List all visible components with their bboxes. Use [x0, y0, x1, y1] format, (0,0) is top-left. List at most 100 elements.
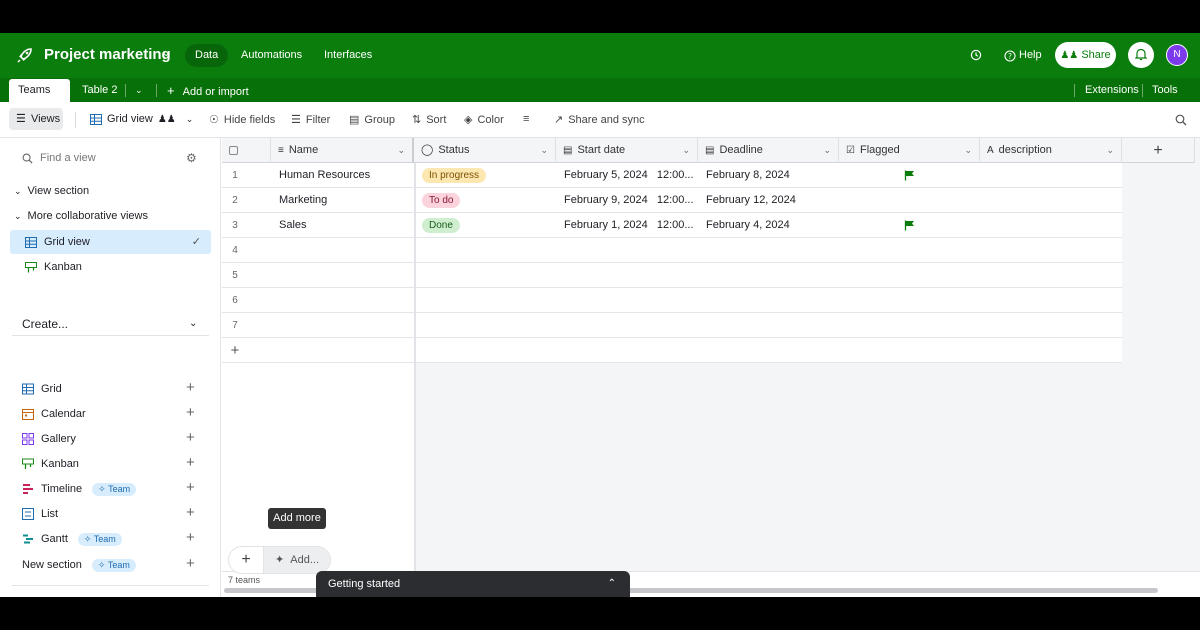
- base-name[interactable]: Project marketing: [44, 46, 171, 63]
- create-new-section[interactable]: New section ✧ Team: [22, 555, 202, 575]
- plus-icon[interactable]: +: [186, 404, 195, 421]
- column-header-deadline[interactable]: ▤ Deadline ⌄: [698, 138, 839, 163]
- add-or-import-button[interactable]: + Add or import: [158, 79, 258, 102]
- tools-label: Tools: [1152, 84, 1178, 96]
- create-calendar[interactable]: Calendar: [22, 404, 202, 424]
- add-more-button[interactable]: ✦ Add...: [264, 547, 330, 573]
- app-header: Project marketing ⌄ Data Automations Int…: [0, 33, 1200, 78]
- table-row[interactable]: [222, 238, 1122, 263]
- tab-data[interactable]: Data: [185, 44, 229, 67]
- select-all-header[interactable]: [222, 138, 271, 163]
- current-view-button[interactable]: Grid view ♟♟ ⌄: [90, 113, 193, 125]
- cell-flagged[interactable]: [839, 163, 980, 188]
- cell-status[interactable]: In progress: [414, 163, 556, 188]
- history-icon[interactable]: [970, 49, 982, 61]
- add-record-row[interactable]: [222, 338, 1122, 363]
- add-field-button[interactable]: +: [1122, 138, 1195, 163]
- sort-button[interactable]: ⇅ Sort: [412, 113, 446, 127]
- cell-status[interactable]: Done: [414, 213, 556, 238]
- gear-icon[interactable]: ⚙: [186, 151, 197, 165]
- share-button[interactable]: ♟♟ Share: [1055, 42, 1116, 68]
- cell-status[interactable]: To do: [414, 188, 556, 213]
- timeline-icon: [23, 484, 33, 494]
- views-toggle-button[interactable]: ☰ Views: [9, 108, 63, 130]
- cell-start-date[interactable]: February 9, 2024 12:00...: [556, 188, 698, 213]
- column-header-name[interactable]: ≡ Name ⌄: [271, 138, 414, 163]
- plus-icon[interactable]: +: [186, 529, 195, 546]
- row-height-button[interactable]: ≡: [523, 113, 529, 125]
- cell-start-date[interactable]: February 1, 2024 12:00...: [556, 213, 698, 238]
- column-header-flagged[interactable]: ☑ Flagged ⌄: [839, 138, 980, 163]
- tools-button[interactable]: Tools ⌄: [1143, 79, 1200, 118]
- getting-started-panel[interactable]: Getting started ⌃: [316, 571, 630, 597]
- share-sync-button[interactable]: ↗ Share and sync: [554, 113, 645, 127]
- notifications-button[interactable]: [1128, 42, 1154, 68]
- chevron-down-icon[interactable]: ⌄: [823, 138, 831, 163]
- cell-deadline[interactable]: February 4, 2024: [698, 213, 839, 238]
- cell-flagged[interactable]: [839, 213, 980, 238]
- checkbox[interactable]: [229, 145, 238, 155]
- plus-icon[interactable]: +: [186, 555, 195, 572]
- plus-icon[interactable]: +: [186, 454, 195, 471]
- create-list[interactable]: List: [22, 504, 202, 524]
- color-button[interactable]: ◈ Color: [464, 113, 504, 127]
- cell-start-date[interactable]: February 5, 2024 12:00...: [556, 163, 698, 188]
- cell-name[interactable]: Marketing: [271, 188, 414, 213]
- avatar[interactable]: N: [1166, 44, 1188, 66]
- sidebar-item-kanban[interactable]: Kanban: [10, 255, 211, 279]
- help-link[interactable]: Help: [1019, 49, 1042, 61]
- chevron-down-icon[interactable]: ⌄: [397, 138, 405, 163]
- extensions-button[interactable]: Extensions: [1076, 79, 1148, 102]
- table-row[interactable]: [222, 288, 1122, 313]
- filter-button[interactable]: ☰ Filter: [291, 113, 330, 127]
- table-tab-teams[interactable]: Teams ⌄: [9, 79, 70, 118]
- create-kanban[interactable]: Kanban: [22, 454, 202, 474]
- plus-icon[interactable]: +: [229, 547, 264, 573]
- row-number: 7: [232, 320, 238, 331]
- create-gallery[interactable]: Gallery: [22, 429, 202, 449]
- grid-icon: [25, 236, 37, 248]
- column-header-description[interactable]: A description ⌄: [980, 138, 1122, 163]
- tab-interfaces[interactable]: Interfaces: [314, 44, 382, 67]
- search-icon[interactable]: [1175, 114, 1187, 126]
- plus-icon[interactable]: +: [186, 504, 195, 521]
- chevron-down-icon[interactable]: ⌄: [682, 138, 690, 163]
- column-description-label: description: [998, 143, 1052, 156]
- chevron-up-icon[interactable]: ⌃: [608, 571, 616, 597]
- collab-section-header[interactable]: ⌄ More collaborative views: [14, 210, 148, 222]
- find-view-field[interactable]: Find a view: [22, 152, 96, 164]
- create-timeline[interactable]: Timeline ✧ Team: [22, 479, 202, 499]
- view-section-header[interactable]: ⌄ View section: [14, 185, 89, 197]
- chevron-down-icon[interactable]: ⌄: [162, 48, 170, 59]
- table-row[interactable]: [222, 263, 1122, 288]
- tab-automations[interactable]: Automations: [231, 44, 312, 67]
- team-badge: ✧ Team: [91, 558, 136, 572]
- cell-deadline[interactable]: February 12, 2024: [698, 188, 839, 213]
- table-tab-table2[interactable]: Table 2: [73, 79, 126, 102]
- group-button[interactable]: ▤ Group: [349, 113, 395, 127]
- cell-name[interactable]: Sales: [271, 213, 414, 238]
- cell-name[interactable]: Human Resources: [271, 163, 414, 188]
- create-grid[interactable]: Grid: [22, 379, 202, 399]
- check-icon: ✓: [191, 236, 201, 248]
- plus-icon[interactable]: +: [222, 338, 248, 363]
- sidebar-item-grid-view[interactable]: Grid view ✓: [10, 230, 211, 254]
- help-icon[interactable]: ?: [1004, 50, 1016, 62]
- chevron-down-icon[interactable]: ⌄: [964, 138, 972, 163]
- plus-icon[interactable]: +: [186, 479, 195, 496]
- cell-flagged[interactable]: [839, 188, 980, 213]
- chevron-down-icon[interactable]: ⌄: [540, 138, 548, 163]
- plus-icon[interactable]: +: [186, 379, 195, 396]
- rocket-icon[interactable]: [16, 46, 34, 64]
- column-header-start-date[interactable]: ▤ Start date ⌄: [556, 138, 698, 163]
- column-header-status[interactable]: ◯ Status ⌄: [414, 138, 556, 163]
- create-heading[interactable]: Create...: [22, 317, 68, 331]
- all-tables-chevron-icon[interactable]: ⌄: [126, 79, 152, 102]
- create-gantt[interactable]: Gantt ✧ Team: [22, 529, 202, 549]
- table-row[interactable]: [222, 313, 1122, 338]
- chevron-down-icon[interactable]: ⌄: [1106, 138, 1114, 163]
- cell-deadline[interactable]: February 8, 2024: [698, 163, 839, 188]
- hide-fields-button[interactable]: ☉ Hide fields: [209, 113, 275, 127]
- chevron-down-icon[interactable]: ⌄: [189, 318, 197, 329]
- plus-icon[interactable]: +: [186, 429, 195, 446]
